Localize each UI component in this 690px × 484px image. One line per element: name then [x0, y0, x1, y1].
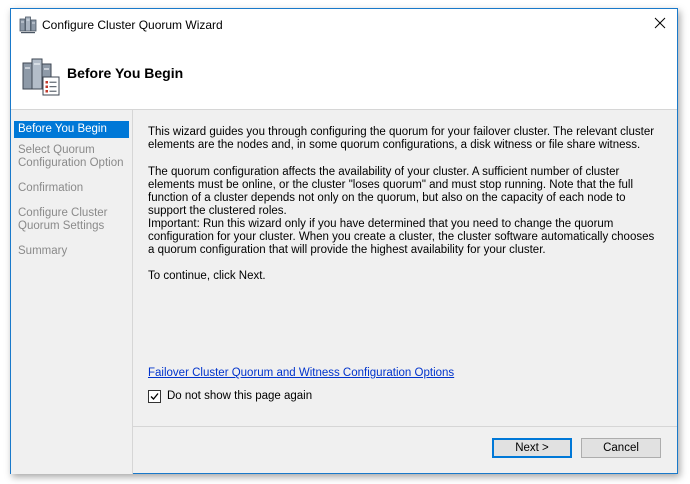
wizard-header: Before You Begin [11, 41, 677, 110]
step-confirmation[interactable]: Confirmation [14, 180, 129, 197]
cancel-button[interactable]: Cancel [581, 438, 661, 458]
footer-divider [133, 426, 677, 427]
do-not-show-again-checkbox[interactable] [148, 389, 161, 403]
step-summary[interactable]: Summary [14, 243, 129, 260]
close-icon [654, 16, 666, 34]
continue-instruction: To continue, click Next. [148, 270, 266, 282]
step-configure-cluster-quorum-settings[interactable]: Configure Cluster Quorum Settings [14, 205, 129, 235]
window-title: Configure Cluster Quorum Wizard [42, 18, 223, 32]
quorum-options-help-link[interactable]: Failover Cluster Quorum and Witness Conf… [148, 367, 454, 379]
page-title: Before You Begin [67, 65, 184, 81]
wizard-content: This wizard guides you through configuri… [133, 110, 677, 426]
cluster-checklist-icon [21, 57, 61, 97]
wizard-steps-sidebar: Before You Begin Select Quorum Configura… [11, 110, 133, 474]
cluster-servers-icon [19, 16, 37, 34]
step-before-you-begin[interactable]: Before You Begin [14, 121, 129, 138]
do-not-show-again-row[interactable]: Do not show this page again [148, 388, 312, 404]
do-not-show-again-label[interactable]: Do not show this page again [167, 390, 312, 402]
close-button[interactable] [643, 9, 677, 41]
title-bar[interactable]: Configure Cluster Quorum Wizard [11, 9, 677, 41]
wizard-window: Configure Cluster Quorum Wizard Before Y… [10, 8, 678, 474]
step-select-quorum-configuration-option[interactable]: Select Quorum Configuration Option [14, 142, 129, 172]
next-button[interactable]: Next > [492, 438, 572, 458]
important-paragraph: Important: Run this wizard only if you h… [148, 218, 655, 256]
intro-paragraph: This wizard guides you through configuri… [148, 126, 655, 151]
availability-paragraph: The quorum configuration affects the ava… [148, 166, 634, 217]
checkmark-icon [150, 392, 159, 400]
